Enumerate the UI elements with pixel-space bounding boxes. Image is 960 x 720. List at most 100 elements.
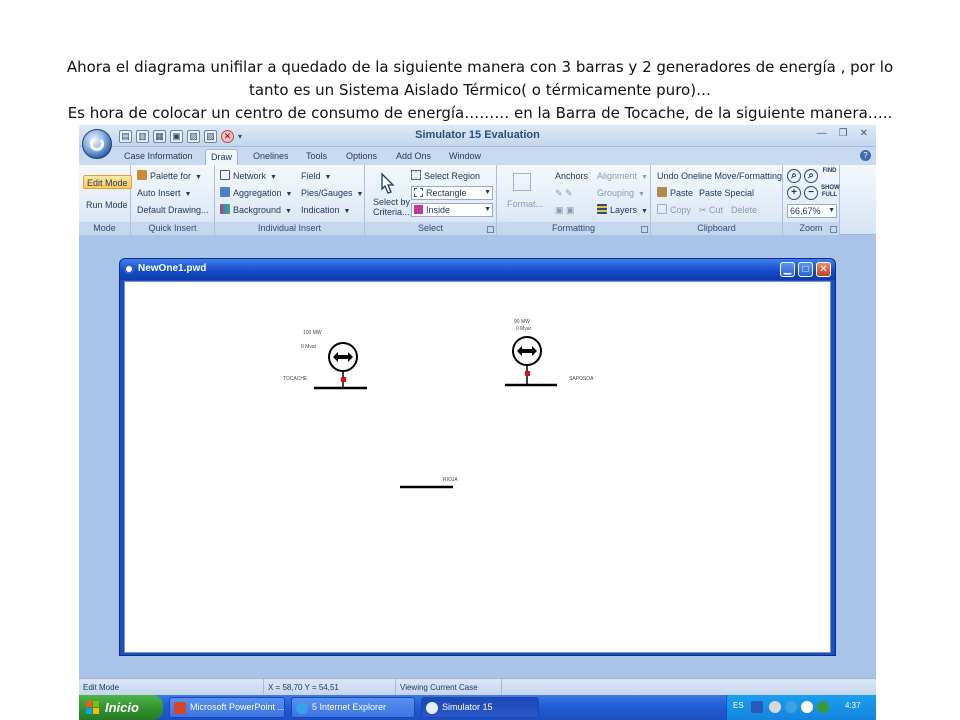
layers-icon bbox=[597, 204, 607, 214]
paste-special-button[interactable]: Paste Special bbox=[699, 186, 754, 200]
select-by-criteria-button[interactable]: Select by Criteria... bbox=[373, 197, 411, 217]
select-by-label: Select by bbox=[373, 197, 411, 207]
task-simulator[interactable]: Simulator 15 bbox=[421, 697, 539, 718]
zoom-dialog-launcher[interactable] bbox=[830, 226, 837, 233]
default-drawing-button[interactable]: Default Drawing... bbox=[137, 203, 209, 217]
undo-button[interactable]: Undo Oneline Move/Formatting bbox=[657, 169, 782, 183]
pies-gauges-button[interactable]: Pies/Gauges ▼ bbox=[301, 186, 363, 200]
criteria-label: Criteria... bbox=[373, 207, 410, 217]
oneline-document-icon bbox=[124, 264, 134, 274]
oneline-canvas[interactable]: 100 MW 0 Mvar TOCACHE 90 MW 0 Mvar SAPOS… bbox=[124, 281, 831, 653]
format-button[interactable]: Format... bbox=[507, 197, 543, 211]
tab-add-ons[interactable]: Add Ons bbox=[391, 149, 436, 165]
zoom-out-icon[interactable]: − bbox=[804, 186, 818, 200]
network-tray-icon[interactable] bbox=[769, 701, 781, 713]
maximize-icon[interactable]: □ bbox=[798, 262, 813, 277]
region-scope-select[interactable]: Inside ▼ bbox=[411, 203, 493, 217]
network-button[interactable]: Network ▼ bbox=[220, 169, 277, 183]
bus-rioja-label: RIOJA bbox=[443, 477, 458, 483]
task-internet-explorer[interactable]: 5 Internet Explorer bbox=[291, 697, 415, 718]
indication-button[interactable]: Indication ▼ bbox=[301, 203, 350, 217]
tab-options[interactable]: Options bbox=[341, 149, 382, 165]
palette-for-button[interactable]: Palette for ▼ bbox=[137, 169, 202, 183]
chevron-down-icon: ▼ bbox=[324, 174, 332, 181]
ribbon-group-zoom: ⌕ ⌕ FIND + − SHOW FULL 66,67% ▼ Zoom bbox=[783, 165, 840, 235]
chevron-down-icon: ▼ bbox=[195, 174, 202, 181]
restore-icon[interactable]: ❐ bbox=[839, 128, 848, 139]
background-button[interactable]: Background ▼ bbox=[220, 203, 292, 217]
group-label-quick-insert: Quick Insert bbox=[131, 222, 214, 235]
minimize-icon[interactable]: ▁ bbox=[780, 262, 795, 277]
status-view: Viewing Current Case bbox=[396, 679, 502, 696]
chevron-down-icon: ▼ bbox=[343, 208, 351, 215]
find-button[interactable]: FIND bbox=[821, 168, 838, 182]
oneline-window-titlebar[interactable]: NewOne1.pwd ▁ □ ✕ bbox=[120, 259, 835, 280]
generator-saposoa[interactable] bbox=[512, 336, 542, 385]
zoom-window-icon[interactable]: ⌕ bbox=[804, 169, 818, 183]
field-button[interactable]: Field ▼ bbox=[301, 169, 331, 183]
layers-button[interactable]: Layers ▼ bbox=[597, 203, 648, 217]
alignment-button[interactable]: Alignment ▼ bbox=[597, 169, 648, 183]
task-powerpoint[interactable]: Microsoft PowerPoint ... bbox=[169, 697, 285, 718]
help-tray-icon[interactable] bbox=[751, 701, 763, 713]
network-icon bbox=[220, 170, 230, 180]
tab-tools[interactable]: Tools bbox=[301, 149, 332, 165]
sync-tray-icon[interactable] bbox=[785, 701, 797, 713]
zoom-level-select[interactable]: 66,67% ▼ bbox=[787, 204, 837, 218]
paste-button[interactable]: Paste bbox=[657, 186, 693, 200]
aggregation-icon bbox=[220, 187, 230, 197]
tab-onelines[interactable]: Onelines bbox=[248, 149, 294, 165]
close-icon[interactable]: ✕ bbox=[860, 128, 868, 139]
select-dialog-launcher[interactable] bbox=[487, 226, 494, 233]
app-title: Simulator 15 Evaluation bbox=[415, 129, 540, 141]
ribbon-group-clipboard: Undo Oneline Move/Formatting Paste Paste… bbox=[651, 165, 783, 235]
select-region-button[interactable]: Select Region bbox=[411, 169, 480, 183]
aggregation-label: Aggregation bbox=[233, 188, 282, 198]
grouping-button[interactable]: Grouping ▼ bbox=[597, 186, 645, 200]
anchors-button[interactable]: Anchors bbox=[555, 169, 588, 183]
tab-case-information[interactable]: Case Information bbox=[119, 149, 198, 165]
aggregation-button[interactable]: Aggregation ▼ bbox=[220, 186, 292, 200]
edit-mode-button[interactable]: Edit Mode bbox=[83, 175, 132, 189]
chevron-down-icon: ▼ bbox=[638, 191, 645, 198]
tab-draw[interactable]: Draw bbox=[205, 149, 239, 165]
zoom-area-icon[interactable]: ⌕ bbox=[787, 169, 801, 183]
minimize-icon[interactable]: — bbox=[817, 128, 827, 139]
cut-button[interactable]: ✂ Cut bbox=[699, 203, 723, 217]
pies-gauges-label: Pies/Gauges bbox=[301, 188, 353, 198]
tab-window[interactable]: Window bbox=[444, 149, 486, 165]
auto-insert-button[interactable]: Auto Insert ▼ bbox=[137, 186, 191, 200]
windows-flag-icon bbox=[86, 701, 99, 714]
oneline-diagram: 100 MW 0 Mvar TOCACHE 90 MW 0 Mvar SAPOS… bbox=[283, 319, 594, 489]
region-shape-select[interactable]: Rectangle ▼ bbox=[411, 186, 493, 200]
start-button[interactable]: Inicio bbox=[79, 695, 163, 720]
close-icon[interactable]: ✕ bbox=[816, 262, 831, 277]
generator-tocache[interactable] bbox=[328, 342, 358, 388]
gen1-mvar-label: 0 Mvar bbox=[301, 344, 317, 350]
background-icon bbox=[220, 204, 230, 214]
status-coordinates: X = 58,70 Y = 54,51 bbox=[264, 679, 396, 696]
format-painter-icon[interactable]: ✎ ✎ bbox=[555, 186, 573, 200]
clock: 4:37 bbox=[845, 701, 861, 710]
delete-button[interactable]: Delete bbox=[731, 203, 757, 217]
generator-breaker[interactable] bbox=[341, 377, 346, 382]
format-icon bbox=[513, 173, 531, 191]
language-indicator[interactable]: ES bbox=[733, 701, 744, 710]
security-tray-icon[interactable] bbox=[817, 701, 829, 713]
copy-label: Copy bbox=[670, 205, 692, 215]
help-icon[interactable]: ? bbox=[860, 150, 871, 161]
zoom-in-icon[interactable]: + bbox=[787, 186, 801, 200]
network-label: Network bbox=[233, 171, 267, 181]
start-label: Inicio bbox=[105, 700, 139, 715]
gen2-mw-label: 90 MW bbox=[514, 319, 530, 325]
group-objects-icon[interactable]: ▣ ▣ bbox=[555, 203, 575, 217]
application-menu-button[interactable] bbox=[82, 129, 112, 159]
generator-breaker[interactable] bbox=[525, 371, 530, 376]
cut-label: Cut bbox=[709, 205, 724, 215]
copy-button[interactable]: Copy bbox=[657, 203, 691, 217]
run-mode-button[interactable]: Run Mode bbox=[86, 198, 128, 212]
show-full-button[interactable]: SHOW FULL bbox=[821, 185, 840, 199]
volume-tray-icon[interactable] bbox=[801, 701, 813, 713]
palette-label: Palette for bbox=[150, 171, 192, 181]
formatting-dialog-launcher[interactable] bbox=[641, 226, 648, 233]
